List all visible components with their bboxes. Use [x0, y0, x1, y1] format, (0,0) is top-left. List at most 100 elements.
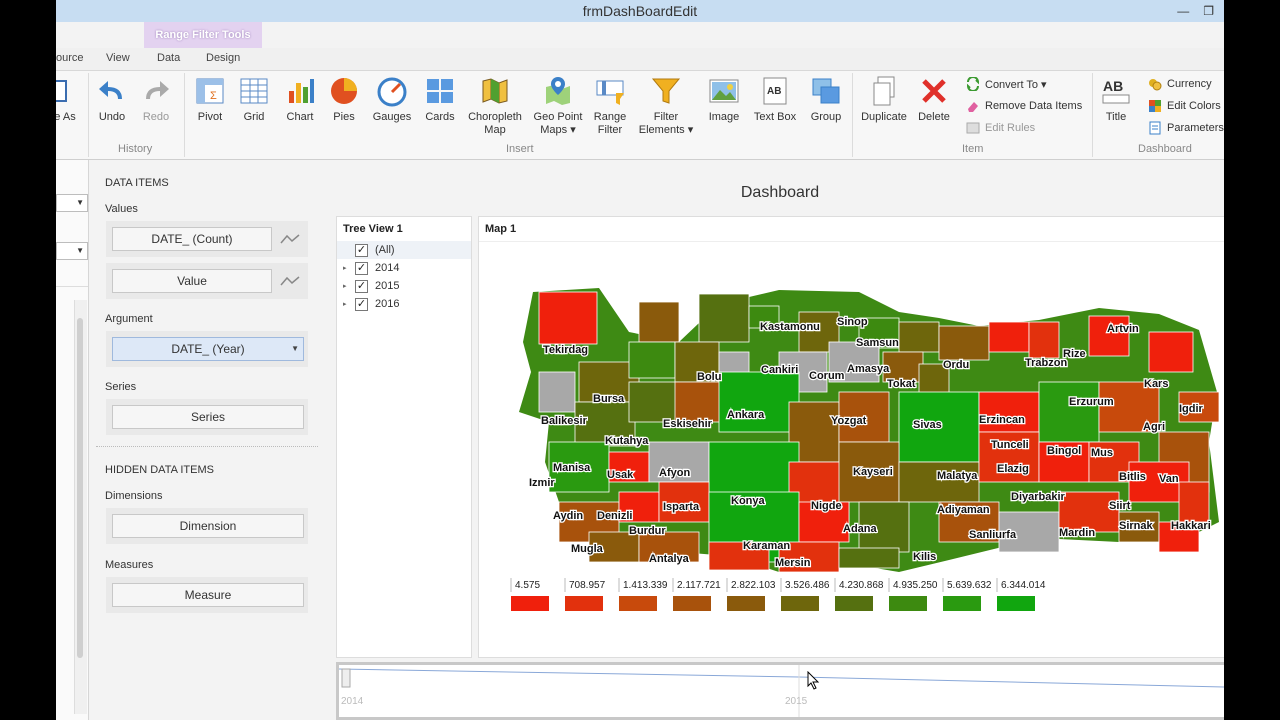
- province-region[interactable]: [1058, 491, 1120, 533]
- province-region[interactable]: [938, 325, 990, 361]
- province-region[interactable]: [1088, 315, 1130, 357]
- measure-placeholder[interactable]: Measure: [112, 583, 304, 607]
- tab-data[interactable]: Data: [157, 52, 180, 64]
- expand-arrow-icon[interactable]: ▸: [343, 282, 353, 290]
- edit-rules-button[interactable]: Edit Rules: [966, 121, 1035, 135]
- sparkline-icon[interactable]: [280, 233, 300, 245]
- currency-button[interactable]: Currency: [1148, 77, 1212, 91]
- group-insert: Insert: [506, 143, 534, 155]
- province-label: Artvin: [1107, 323, 1139, 335]
- province-region[interactable]: [698, 293, 750, 343]
- title-button[interactable]: AB Title: [1098, 75, 1134, 124]
- province-region[interactable]: [538, 291, 598, 345]
- cards-button[interactable]: Cards: [422, 75, 458, 124]
- dimensions-label: Dimensions: [105, 490, 163, 502]
- tree-item[interactable]: ▸ ✓ 2014: [337, 259, 471, 277]
- province-region[interactable]: [718, 371, 800, 433]
- tree-item[interactable]: ▸ ✓ 2015: [337, 277, 471, 295]
- expand-arrow-icon[interactable]: ▸: [343, 264, 353, 272]
- province-region[interactable]: [898, 461, 980, 503]
- delete-button[interactable]: Delete: [914, 75, 954, 124]
- tree-item-checkbox[interactable]: ✓: [355, 261, 368, 275]
- province-region[interactable]: [988, 321, 1030, 353]
- chevron-down-icon[interactable]: ▼: [291, 338, 299, 360]
- province-region[interactable]: [628, 341, 676, 379]
- filter-elements-button[interactable]: Filter Elements ▾: [636, 75, 696, 137]
- tab-design[interactable]: Design: [206, 52, 240, 64]
- range-filter-button[interactable]: Range Filter: [590, 75, 630, 137]
- tree-view-title: Tree View 1: [343, 223, 403, 235]
- tree-item-checkbox[interactable]: ✓: [355, 297, 368, 311]
- undo-button[interactable]: Undo: [94, 75, 130, 124]
- tree-item-checkbox[interactable]: ✓: [355, 243, 368, 257]
- dashboard-title[interactable]: Dashboard: [332, 184, 1224, 202]
- choropleth-map[interactable]: TekirdagKastamonu SinopSamsunArtvinRizeTr…: [479, 242, 1224, 652]
- tree-item-checkbox[interactable]: ✓: [355, 279, 368, 293]
- field-list-scrollbar[interactable]: [74, 300, 87, 714]
- tab-datasource[interactable]: ource: [56, 52, 84, 64]
- parameters-icon: [1148, 121, 1162, 135]
- pivot-button[interactable]: Σ Pivot: [190, 75, 230, 124]
- delete-icon: [918, 75, 950, 107]
- value-item-date-count[interactable]: DATE_ (Count): [112, 227, 272, 251]
- province-region[interactable]: [1028, 321, 1060, 359]
- province-region[interactable]: [1038, 381, 1100, 443]
- tree-item[interactable]: ✓ (All): [337, 241, 471, 259]
- province-region[interactable]: [538, 371, 576, 413]
- province-region[interactable]: [628, 381, 680, 423]
- range-selector-left-handle[interactable]: [341, 668, 351, 688]
- remove-data-items-button[interactable]: Remove Data Items: [966, 99, 1082, 113]
- province-region[interactable]: [838, 547, 900, 569]
- convert-to-button[interactable]: Convert To ▾: [966, 76, 1047, 92]
- edit-colors-button[interactable]: Edit Colors: [1148, 99, 1221, 113]
- range-filter-panel[interactable]: 2014 2015: [336, 662, 1224, 720]
- province-label: Sirnak: [1119, 520, 1154, 532]
- sparkline-icon[interactable]: [280, 275, 300, 287]
- choropleth-map-button[interactable]: Choropleth Map: [466, 75, 524, 137]
- tree-view-items: ✓ (All) ▸ ✓ 2014 ▸ ✓ 2015 ▸ ✓ 2016: [337, 241, 471, 313]
- province-region[interactable]: [898, 321, 940, 353]
- eraser-icon: [966, 99, 980, 113]
- province-label: Ankara: [727, 409, 765, 421]
- argument-item-date-year[interactable]: DATE_ (Year) ▼: [112, 337, 304, 361]
- geo-point-maps-button[interactable]: Geo Point Maps ▾: [532, 75, 584, 137]
- legend-swatch: [727, 596, 765, 611]
- legend-swatch: [781, 596, 819, 611]
- redo-icon: [140, 75, 172, 107]
- field-dropdown[interactable]: ▼: [56, 242, 88, 260]
- range-filter-chart[interactable]: [338, 665, 1224, 717]
- dimension-placeholder[interactable]: Dimension: [112, 514, 304, 538]
- map-panel[interactable]: Map 1 Tekirdag Kastamonu Sinop Samsun Artvin…: [478, 216, 1224, 658]
- parameters-button[interactable]: Parameters: [1148, 121, 1224, 135]
- text-box-button[interactable]: AB Text Box: [750, 75, 800, 124]
- image-button[interactable]: Image: [704, 75, 744, 124]
- range-filter-icon: [594, 75, 626, 107]
- duplicate-button[interactable]: Duplicate: [858, 75, 910, 124]
- province-label: Mersin: [775, 557, 811, 569]
- restore-icon[interactable]: ❐: [1203, 0, 1214, 22]
- redo-button[interactable]: Redo: [138, 75, 174, 124]
- value-item-value[interactable]: Value: [112, 269, 272, 293]
- province-region[interactable]: [1148, 331, 1194, 373]
- expand-arrow-icon[interactable]: ▸: [343, 300, 353, 308]
- grid-icon: [238, 75, 270, 107]
- province-region[interactable]: [1178, 481, 1210, 523]
- chart-button[interactable]: Chart: [280, 75, 320, 124]
- gauges-button[interactable]: Gauges: [370, 75, 414, 124]
- group-history: History: [118, 143, 153, 155]
- pies-button[interactable]: Pies: [326, 75, 362, 124]
- grid-button[interactable]: Grid: [236, 75, 272, 124]
- province-label: Kayseri: [853, 466, 893, 478]
- save-as-button[interactable]: e As: [56, 75, 80, 124]
- scrollbar-thumb[interactable]: [77, 318, 83, 658]
- group-button[interactable]: Group: [806, 75, 846, 124]
- minimize-icon[interactable]: —: [1177, 0, 1189, 22]
- province-label: Tunceli: [991, 439, 1029, 451]
- tree-item[interactable]: ▸ ✓ 2016: [337, 295, 471, 313]
- province-region[interactable]: [978, 391, 1040, 433]
- province-region[interactable]: [638, 301, 680, 343]
- datasource-dropdown[interactable]: ▼: [56, 194, 88, 212]
- tree-view-panel[interactable]: Tree View 1 ✓ (All) ▸ ✓ 2014 ▸ ✓ 2015 ▸ ✓ 2016: [336, 216, 472, 658]
- tab-view[interactable]: View: [106, 52, 130, 64]
- series-placeholder[interactable]: Series: [112, 405, 304, 429]
